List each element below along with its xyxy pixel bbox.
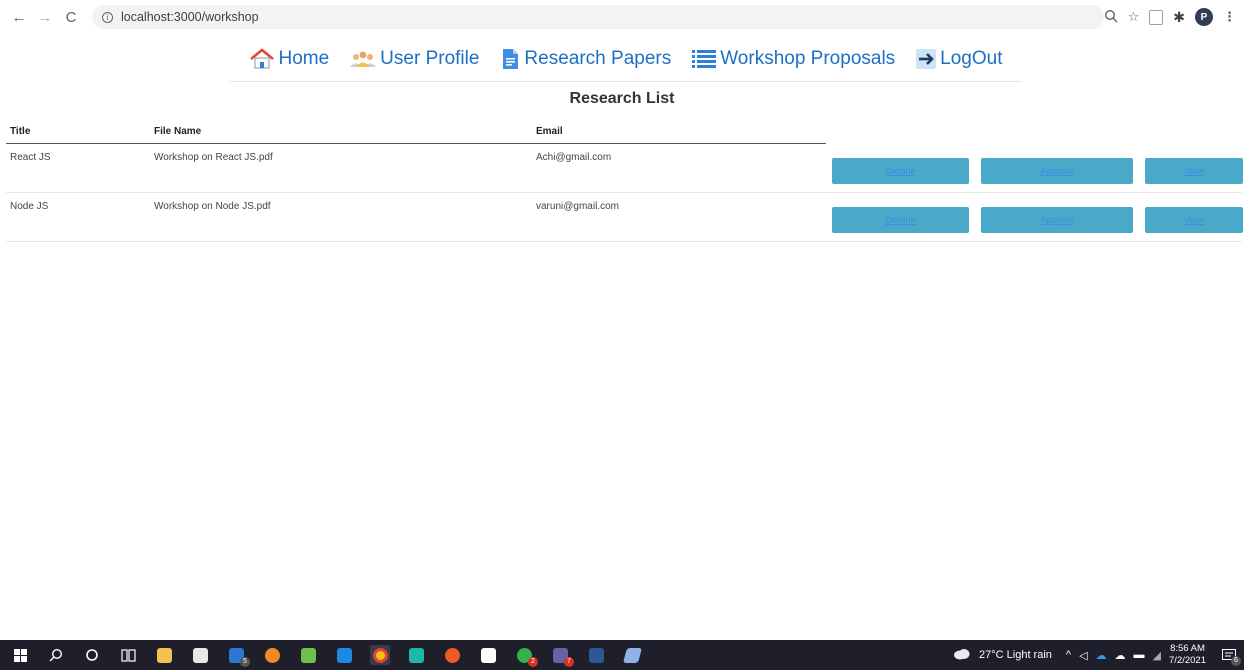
profile-avatar[interactable]: P xyxy=(1195,8,1213,26)
notepad-icon[interactable] xyxy=(478,645,498,665)
row-email: varuni@gmail.com xyxy=(536,201,619,212)
info-icon: i xyxy=(102,11,113,23)
document-icon xyxy=(499,47,521,71)
nav-home-label: Home xyxy=(278,47,330,69)
approve-button-label: Approve xyxy=(1040,166,1074,176)
arrow-left-icon: ← xyxy=(11,8,27,26)
wifi-icon[interactable]: ◢ xyxy=(1153,649,1161,662)
extensions-puzzle-icon[interactable]: ✱ xyxy=(1173,9,1185,26)
row-title: Node JS xyxy=(10,201,49,212)
view-button[interactable]: View xyxy=(1145,158,1243,184)
nav-logout[interactable]: LogOut xyxy=(915,47,1003,70)
zoom-icon[interactable] xyxy=(1104,9,1118,26)
photos-icon[interactable] xyxy=(298,645,318,665)
screen: ← → C i localhost:3000/workshop ☆ ✱ P ⋮ … xyxy=(0,0,1244,670)
decline-button-label: Decline xyxy=(885,166,916,176)
decline-button[interactable]: Decline xyxy=(832,207,969,233)
search-icon[interactable] xyxy=(46,645,66,665)
nav-workshop-proposals[interactable]: Workshop Proposals xyxy=(691,48,895,70)
arrow-right-icon xyxy=(915,48,937,70)
clock-date: 7/2/2021 xyxy=(1169,655,1206,666)
chevron-up-icon[interactable]: ^ xyxy=(1066,649,1071,661)
row-file-name: Workshop on React JS.pdf xyxy=(154,152,273,163)
back-button[interactable]: ← xyxy=(6,4,32,30)
app-navbar: Home User Profile Research Papers Worksh… xyxy=(230,36,1022,82)
windows-taskbar: 5 2 7 27°C Light rain ^ ◁ ☁ ☁ ▬ ◢ 8:56 A… xyxy=(0,640,1244,670)
nav-workshop-proposals-label: Workshop Proposals xyxy=(720,47,896,69)
app-icon[interactable] xyxy=(622,645,642,665)
webstorm-icon[interactable] xyxy=(406,645,426,665)
view-button-label: View xyxy=(1184,215,1204,225)
cloud-icon[interactable]: ☁ xyxy=(1115,649,1126,662)
store-icon[interactable] xyxy=(190,645,210,665)
reading-list-icon[interactable] xyxy=(1149,9,1164,25)
house-icon xyxy=(249,48,275,70)
cortana-icon[interactable] xyxy=(82,645,102,665)
weather-text[interactable]: 27°C Light rain xyxy=(979,649,1052,661)
decline-button-label: Decline xyxy=(885,215,916,225)
firefox-icon[interactable] xyxy=(262,645,282,665)
page-title: Research List xyxy=(569,90,675,107)
chrome-icon[interactable] xyxy=(370,645,390,665)
address-bar[interactable]: i localhost:3000/workshop xyxy=(92,5,1104,29)
file-explorer-icon[interactable] xyxy=(154,645,174,665)
reload-icon: C xyxy=(65,8,77,26)
decline-button[interactable]: Decline xyxy=(832,158,969,184)
chat-icon[interactable]: 2 xyxy=(514,645,538,667)
row-file-name: Workshop on Node JS.pdf xyxy=(154,201,271,212)
table-row: React JS Workshop on React JS.pdf Achi@g… xyxy=(6,144,1243,193)
url-text: localhost:3000/workshop xyxy=(121,10,259,24)
onedrive-icon[interactable]: ☁ xyxy=(1096,649,1107,662)
mail-badge: 5 xyxy=(240,657,250,667)
teams-icon[interactable]: 7 xyxy=(550,645,574,667)
nav-research-papers-label: Research Papers xyxy=(524,47,672,69)
column-header-email: Email xyxy=(536,126,563,137)
postman-icon[interactable] xyxy=(442,645,462,665)
list-icon xyxy=(691,48,717,70)
clock-time: 8:56 AM xyxy=(1170,643,1205,654)
approve-button[interactable]: Approve xyxy=(981,158,1133,184)
nav-user-profile[interactable]: User Profile xyxy=(349,48,479,70)
browser-toolbar: ← → C i localhost:3000/workshop ☆ ✱ P ⋮ xyxy=(0,0,1244,34)
word-icon[interactable] xyxy=(586,645,606,665)
weather-cloud-icon xyxy=(953,648,971,663)
users-icon xyxy=(349,49,377,69)
row-email: Achi@gmail.com xyxy=(536,152,612,163)
notifications-icon[interactable]: 6 xyxy=(1220,646,1241,666)
column-header-file-name: File Name xyxy=(154,126,202,137)
table-row: Node JS Workshop on Node JS.pdf varuni@g… xyxy=(6,193,1243,242)
nav-user-profile-label: User Profile xyxy=(380,47,480,69)
notifications-count: 6 xyxy=(1231,656,1241,666)
menu-dots-icon[interactable]: ⋮ xyxy=(1223,9,1236,25)
clock[interactable]: 8:56 AM 7/2/2021 xyxy=(1169,643,1206,667)
teams-badge: 7 xyxy=(564,657,574,667)
nav-logout-label: LogOut xyxy=(940,47,1003,69)
network-icon[interactable]: ▬ xyxy=(1134,649,1145,661)
reload-button[interactable]: C xyxy=(58,4,84,30)
toolbar-actions: ☆ ✱ P ⋮ xyxy=(1104,5,1236,29)
bookmark-star-icon[interactable]: ☆ xyxy=(1128,9,1140,25)
approve-button-label: Approve xyxy=(1040,215,1074,225)
windows-start-icon[interactable] xyxy=(10,645,30,665)
vscode-icon[interactable] xyxy=(334,645,354,665)
approve-button[interactable]: Approve xyxy=(981,207,1133,233)
nav-research-papers[interactable]: Research Papers xyxy=(499,47,671,71)
view-button[interactable]: View xyxy=(1145,207,1243,233)
system-tray: 27°C Light rain ^ ◁ ☁ ☁ ▬ ◢ 8:56 AM 7/2/… xyxy=(953,640,1241,670)
row-title: React JS xyxy=(10,152,51,163)
mail-icon[interactable]: 5 xyxy=(226,645,250,667)
research-table: Title File Name Email React JS Workshop … xyxy=(6,118,1243,242)
column-header-title: Title xyxy=(10,126,31,137)
arrow-right-icon: → xyxy=(37,8,53,26)
nav-home[interactable]: Home xyxy=(249,48,329,70)
task-view-icon[interactable] xyxy=(118,645,138,665)
chat-badge: 2 xyxy=(528,657,538,667)
table-header: Title File Name Email xyxy=(6,118,826,144)
forward-button[interactable]: → xyxy=(32,4,58,30)
view-button-label: View xyxy=(1184,166,1204,176)
volume-icon[interactable]: ◁ xyxy=(1079,649,1087,662)
